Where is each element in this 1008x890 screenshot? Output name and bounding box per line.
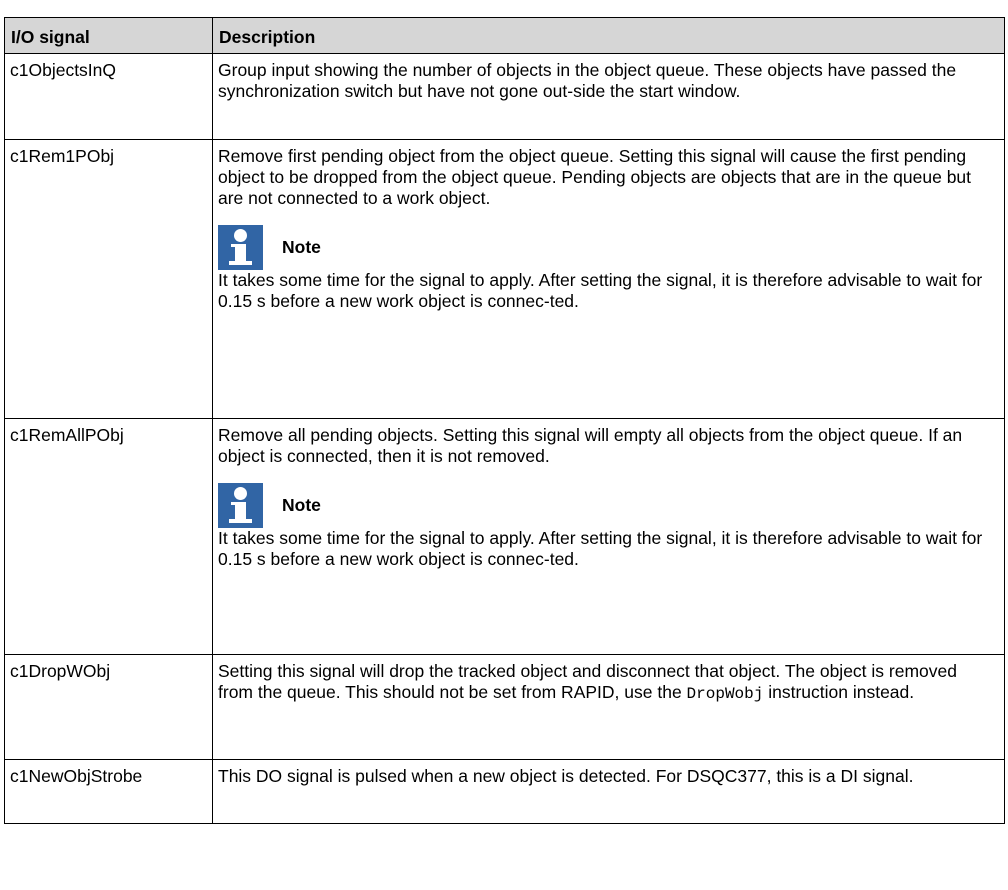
- description-text: Remove all pending objects. Setting this…: [218, 425, 963, 466]
- signal-name: c1RemAllPObj: [4, 418, 213, 655]
- signal-name: c1ObjectsInQ: [4, 53, 213, 140]
- table-row: c1ObjectsInQ Group input showing the num…: [4, 53, 1005, 140]
- info-icon: [218, 225, 263, 270]
- note-header: Note: [218, 225, 994, 270]
- signal-description: This DO signal is pulsed when a new obje…: [212, 759, 1005, 824]
- description-text: Setting this signal will drop the tracke…: [218, 661, 994, 705]
- note-title: Note: [282, 237, 321, 257]
- note-title: Note: [282, 495, 321, 515]
- signal-description: Remove all pending objects. Setting this…: [212, 418, 1005, 655]
- table-row: c1Rem1PObj Remove first pending object f…: [4, 139, 1005, 419]
- table-row: c1NewObjStrobe This DO signal is pulsed …: [4, 759, 1005, 824]
- signal-description: Setting this signal will drop the tracke…: [212, 654, 1005, 760]
- description-text-after: instruction instead.: [763, 682, 915, 702]
- note-text: It takes some time for the signal to app…: [218, 270, 983, 311]
- description-text: Remove first pending object from the obj…: [218, 146, 972, 208]
- note-text: It takes some time for the signal to app…: [218, 528, 983, 569]
- description-text: Group input showing the number of object…: [218, 60, 957, 101]
- instruction-code: DropWobj: [686, 685, 764, 703]
- table-row: c1RemAllPObj Remove all pending objects.…: [4, 418, 1005, 655]
- table-row: c1DropWObj Setting this signal will drop…: [4, 654, 1005, 760]
- column-header-description: Description: [212, 17, 1005, 54]
- note-header: Note: [218, 483, 994, 528]
- io-signal-table: I/O signal Description c1ObjectsInQ Grou…: [4, 17, 1005, 824]
- signal-name: c1Rem1PObj: [4, 139, 213, 419]
- signal-name: c1NewObjStrobe: [4, 759, 213, 824]
- table-header-row: I/O signal Description: [4, 17, 1005, 54]
- column-header-signal: I/O signal: [4, 17, 213, 54]
- signal-description: Group input showing the number of object…: [212, 53, 1005, 140]
- signal-name: c1DropWObj: [4, 654, 213, 760]
- description-text: This DO signal is pulsed when a new obje…: [218, 766, 914, 786]
- signal-description: Remove first pending object from the obj…: [212, 139, 1005, 419]
- info-icon: [218, 483, 263, 528]
